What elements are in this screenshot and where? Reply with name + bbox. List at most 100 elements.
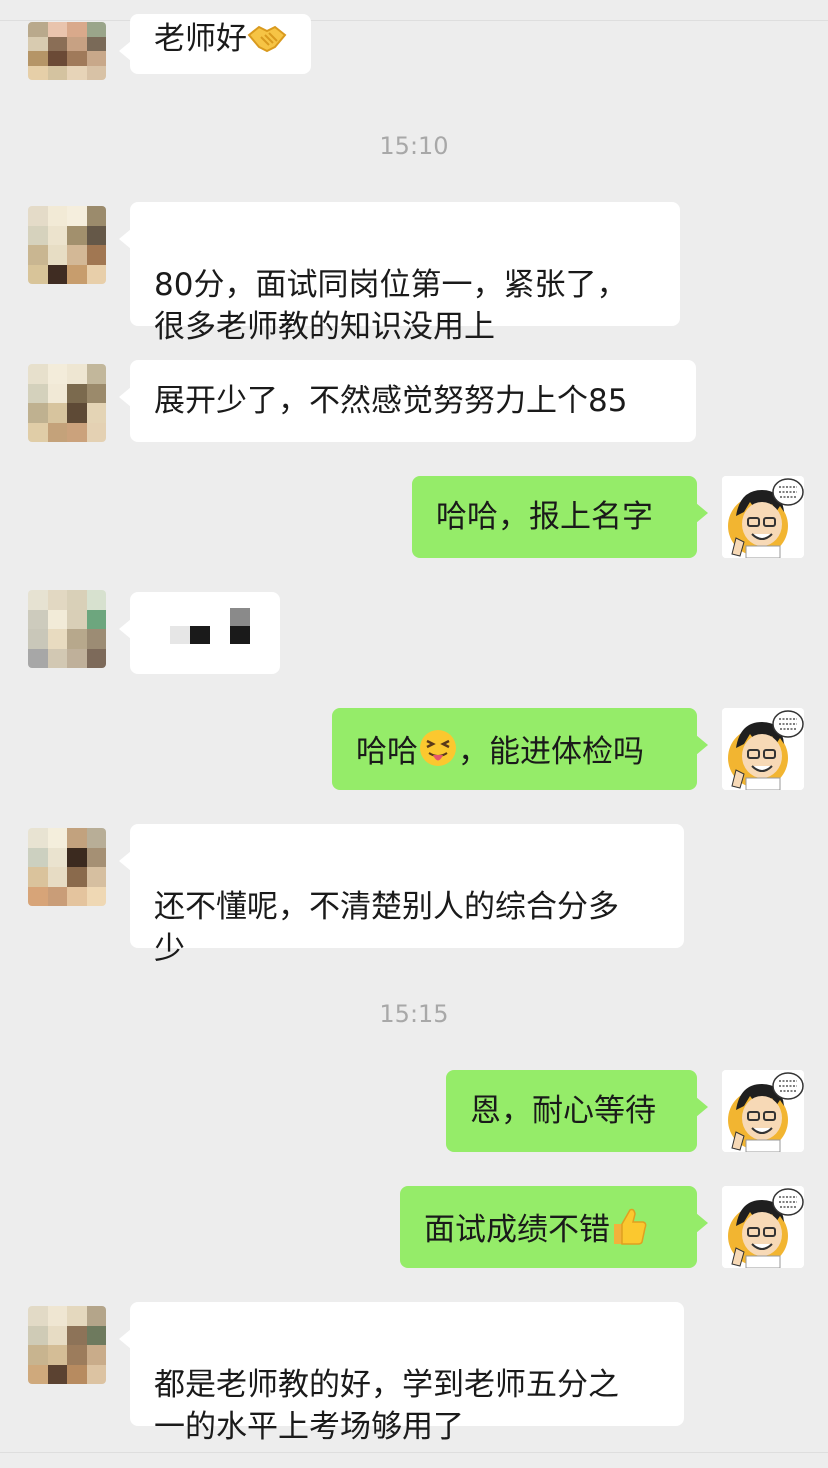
mosaic-cell <box>28 22 48 37</box>
contact-avatar[interactable] <box>28 206 106 284</box>
message-bubble[interactable]: 恩，耐心等待 <box>446 1070 708 1152</box>
mosaic-cell <box>47 867 67 887</box>
message-bubble[interactable]: 哈哈，报上名字 <box>412 476 708 558</box>
my-avatar[interactable] <box>722 1186 804 1268</box>
mosaic-cell <box>86 886 106 906</box>
contact-avatar[interactable] <box>28 364 106 442</box>
bottom-divider <box>0 1452 828 1453</box>
mosaic-cell <box>86 1345 106 1365</box>
timestamp: 15:10 <box>379 132 449 160</box>
mosaic-cell <box>86 36 106 51</box>
mosaic-cell <box>47 648 67 668</box>
mosaic-cell <box>28 648 48 668</box>
mosaic-cell <box>86 1306 106 1326</box>
squinting-tongue-emoji-icon <box>418 728 458 779</box>
mosaic-cell <box>47 1325 67 1345</box>
message-text: 80分，面试同岗位第一，紧张了， 很多老师教的知识没用上 <box>154 267 628 345</box>
redaction-block <box>190 626 210 644</box>
redaction-block <box>230 626 250 644</box>
mosaic-cell <box>86 65 106 80</box>
my-avatar[interactable] <box>722 476 804 558</box>
mosaic-cell <box>67 364 87 384</box>
mosaic-cell <box>86 264 106 284</box>
contact-avatar[interactable] <box>28 1306 106 1384</box>
message-text: 都是老师教的好，学到老师五分之 一的水平上考场够用了 <box>154 1367 619 1445</box>
mosaic-cell <box>67 1325 87 1345</box>
mosaic-cell <box>47 403 67 423</box>
mosaic-cell <box>47 364 67 384</box>
mosaic-cell <box>67 648 87 668</box>
redaction-block <box>170 626 190 644</box>
mosaic-cell <box>67 264 87 284</box>
mosaic-cell <box>47 383 67 403</box>
message-bubble[interactable]: 都是老师教的好，学到老师五分之 一的水平上考场够用了 <box>119 1302 684 1445</box>
mosaic-cell <box>86 51 106 66</box>
message-bubble[interactable]: 展开少了，不然感觉努努力上个85 <box>119 360 696 442</box>
mosaic-cell <box>86 867 106 887</box>
avatar-mosaic <box>28 22 106 80</box>
mosaic-cell <box>67 51 87 66</box>
mosaic-cell <box>86 609 106 629</box>
mosaic-cell <box>67 867 87 887</box>
message-bubble[interactable]: 哈哈 ，能进体检吗 <box>332 708 708 790</box>
mosaic-cell <box>67 629 87 649</box>
mosaic-cell <box>86 648 106 668</box>
mosaic-cell <box>47 629 67 649</box>
avatar-mosaic <box>28 828 106 906</box>
message-text-before: 哈哈 <box>356 734 418 770</box>
mosaic-cell <box>28 264 48 284</box>
mosaic-cell <box>86 629 106 649</box>
mosaic-cell <box>86 422 106 442</box>
mosaic-cell <box>28 847 48 867</box>
mosaic-cell <box>67 22 87 37</box>
contact-avatar[interactable] <box>28 590 106 668</box>
mosaic-cell <box>67 383 87 403</box>
mosaic-cell <box>86 206 106 226</box>
mosaic-cell <box>47 847 67 867</box>
contact-avatar[interactable] <box>28 828 106 906</box>
mosaic-cell <box>86 22 106 37</box>
mosaic-cell <box>47 609 67 629</box>
mosaic-cell <box>47 422 67 442</box>
contact-avatar[interactable] <box>28 22 106 80</box>
mosaic-cell <box>28 609 48 629</box>
mosaic-cell <box>86 225 106 245</box>
mosaic-cell <box>67 886 87 906</box>
mosaic-cell <box>47 51 67 66</box>
my-avatar[interactable] <box>722 708 804 790</box>
mosaic-cell <box>28 51 48 66</box>
mosaic-cell <box>67 36 87 51</box>
message-text-after: ，能进体检吗 <box>458 734 644 770</box>
message-bubble[interactable]: 还不懂呢，不清楚别人的综合分多 少 <box>119 824 684 967</box>
mosaic-cell <box>86 847 106 867</box>
mosaic-cell <box>86 403 106 423</box>
mosaic-cell <box>47 245 67 265</box>
mosaic-cell <box>28 364 48 384</box>
my-avatar[interactable] <box>722 1070 804 1152</box>
message-text: 还不懂呢，不清楚别人的综合分多 少 <box>154 889 619 967</box>
mosaic-cell <box>47 225 67 245</box>
redacted-message-bubble[interactable] <box>119 592 280 674</box>
message-bubble[interactable]: 老师好 <box>119 14 311 74</box>
mosaic-cell <box>86 590 106 610</box>
message-bubble[interactable]: 80分，面试同岗位第一，紧张了， 很多老师教的知识没用上 <box>119 202 680 345</box>
message-text: 哈哈，报上名字 <box>436 499 653 535</box>
message-bubble[interactable]: 面试成绩不错 <box>400 1186 708 1268</box>
mosaic-cell <box>47 22 67 37</box>
mosaic-cell <box>67 225 87 245</box>
avatar-mosaic <box>28 364 106 442</box>
mosaic-cell <box>28 245 48 265</box>
mosaic-cell <box>67 609 87 629</box>
mosaic-cell <box>28 383 48 403</box>
mosaic-cell <box>47 206 67 226</box>
mosaic-cell <box>86 1364 106 1384</box>
mosaic-cell <box>47 1345 67 1365</box>
mosaic-cell <box>28 403 48 423</box>
mosaic-cell <box>67 1306 87 1326</box>
cartoon-avatar-icon <box>722 1070 804 1152</box>
redaction-block <box>230 608 250 626</box>
mosaic-cell <box>67 403 87 423</box>
mosaic-cell <box>28 886 48 906</box>
cartoon-avatar-icon <box>722 1186 804 1268</box>
message-text: 老师好 <box>154 21 247 57</box>
